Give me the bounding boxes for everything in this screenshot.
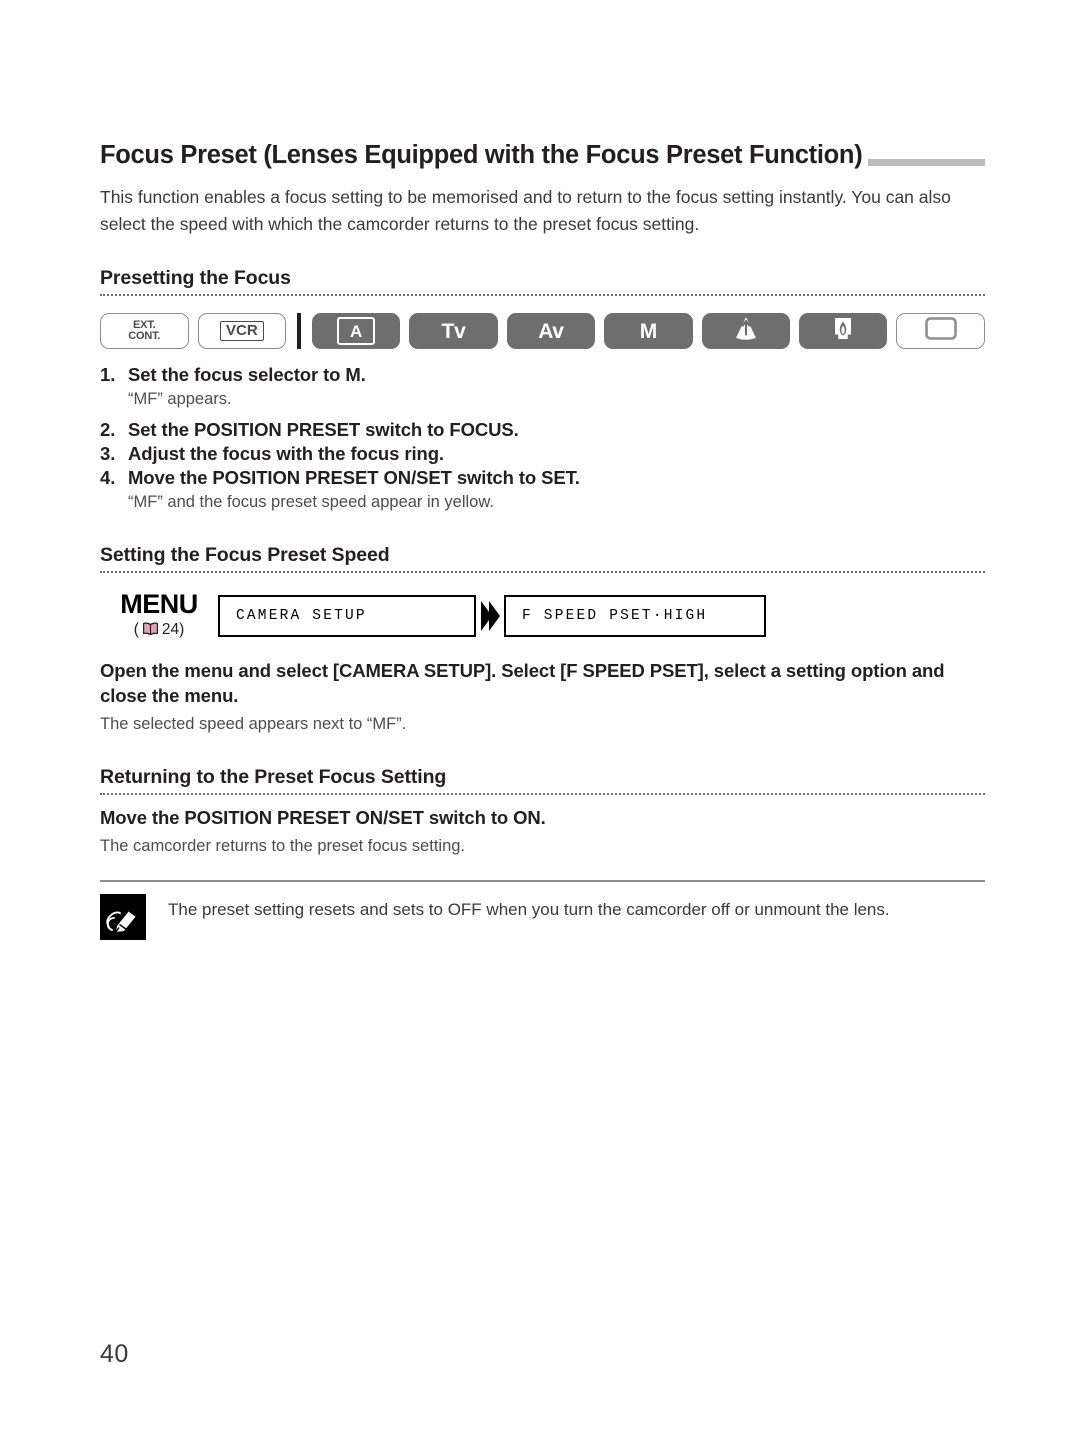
mode-vcr[interactable]: VCR <box>197 313 287 350</box>
mode-night[interactable] <box>799 313 888 350</box>
mode-manual-label: M <box>639 319 658 343</box>
section-presetting-the-focus: Presetting the Focus EXT. CONT. VCR A Tv… <box>100 267 986 514</box>
note-block: The preset setting resets and sets to OF… <box>100 893 985 940</box>
page-number: 40 <box>100 1340 129 1368</box>
returning-note: The camcorder returns to the preset focu… <box>100 836 466 855</box>
page-title: Focus Preset (Lenses Equipped with the F… <box>100 141 869 169</box>
menu-ref-open-paren: ( <box>133 621 139 639</box>
step-note: “MF” and the focus preset speed appear i… <box>128 493 494 512</box>
step-number: 4. <box>100 467 116 489</box>
section-divider <box>100 571 985 574</box>
mode-av[interactable]: Av <box>506 313 596 350</box>
step-number: 2. <box>100 419 116 441</box>
step-note: “MF” appears. <box>128 390 232 409</box>
mode-tv-label: Tv <box>441 319 466 343</box>
card-icon <box>924 316 958 346</box>
intro-paragraph: This function enables a focus setting to… <box>100 187 951 234</box>
menu-arrow-icon <box>476 598 504 634</box>
mode-tv[interactable]: Tv <box>409 313 498 350</box>
mode-spotlight[interactable] <box>701 313 791 350</box>
menu-item-camera-setup[interactable]: CAMERA SETUP <box>218 594 476 637</box>
step-number: 1. <box>100 364 116 386</box>
mode-row-separator <box>297 313 301 350</box>
step-item: 1. Set the focus selector to M. <box>100 364 985 386</box>
mode-vcr-label: VCR <box>219 321 264 342</box>
note-text: The preset setting resets and sets to OF… <box>168 899 890 919</box>
mode-ext-cont[interactable]: EXT. CONT. <box>100 313 189 350</box>
camera-mode-row: EXT. CONT. VCR A Tv Av M <box>100 312 986 350</box>
mode-card[interactable] <box>896 313 986 350</box>
mode-ext-cont-line2: CONT. <box>128 330 161 343</box>
spotlight-icon <box>733 315 759 347</box>
section-setting-focus-preset-speed: Setting the Focus Preset Speed MENU (24)… <box>100 544 985 736</box>
speed-instruction: Open the menu and select [CAMERA SETUP].… <box>100 659 945 707</box>
manual-page: Focus Preset (Lenses Equipped with the F… <box>0 0 1080 1439</box>
section-divider <box>100 294 985 297</box>
step-item: 3. Adjust the focus with the focus ring. <box>100 443 985 465</box>
returning-instruction: Move the POSITION PRESET ON/SET switch t… <box>100 807 546 829</box>
step-text: Set the POSITION PRESET switch to FOCUS. <box>128 419 519 441</box>
note-divider <box>100 879 985 882</box>
menu-ref-page: 24) <box>161 621 185 639</box>
section-heading: Setting the Focus Preset Speed <box>100 544 390 567</box>
mode-av-label: Av <box>538 319 564 343</box>
pencil-note-icon <box>100 893 146 940</box>
book-icon <box>142 622 159 640</box>
section-divider <box>100 793 985 796</box>
menu-page-reference: (24) <box>100 622 218 640</box>
step-number: 3. <box>100 443 116 465</box>
step-text: Set the focus selector to M. <box>128 364 366 386</box>
mode-auto-label: A <box>337 317 376 346</box>
preset-steps-list: 1. Set the focus selector to M. “MF” app… <box>100 364 985 514</box>
mode-auto[interactable]: A <box>311 313 401 350</box>
speed-note: The selected speed appears next to “MF”. <box>100 714 407 733</box>
step-text: Adjust the focus with the focus ring. <box>128 443 444 465</box>
page-content: Focus Preset (Lenses Equipped with the F… <box>100 140 986 940</box>
section-heading: Presetting the Focus <box>100 267 291 290</box>
step-text: Move the POSITION PRESET ON/SET switch t… <box>128 467 580 489</box>
section-heading: Returning to the Preset Focus Setting <box>100 766 447 789</box>
menu-label: MENU <box>120 589 198 620</box>
night-icon <box>830 315 856 347</box>
section-returning-to-preset-focus: Returning to the Preset Focus Setting Mo… <box>100 766 985 858</box>
step-item: 2. Set the POSITION PRESET switch to FOC… <box>100 419 985 441</box>
menu-item-f-speed-pset[interactable]: F SPEED PSET·HIGH <box>504 594 766 637</box>
mode-manual[interactable]: M <box>604 313 693 350</box>
step-item: 4. Move the POSITION PRESET ON/SET switc… <box>100 467 985 489</box>
page-title-block: Focus Preset (Lenses Equipped with the F… <box>100 140 985 170</box>
menu-badge: MENU (24) <box>100 591 218 640</box>
menu-navigation-block: MENU (24) CAMERA SETUP F SPEED PSET·HIGH <box>100 591 985 640</box>
